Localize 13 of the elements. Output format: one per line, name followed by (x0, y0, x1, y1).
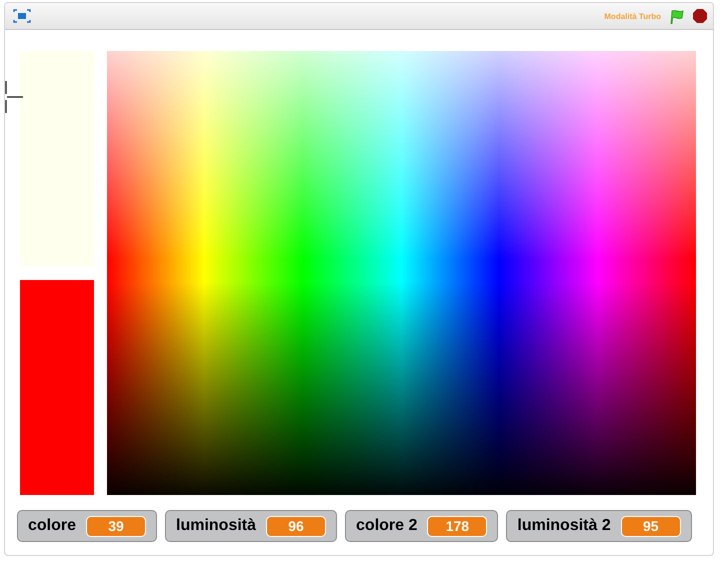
variable-value: 95 (620, 516, 681, 536)
fullscreen-icon[interactable] (13, 9, 31, 23)
variable-name: colore (28, 517, 76, 535)
variable-name: luminosità (176, 517, 256, 535)
variable-name: luminosità 2 (517, 517, 611, 535)
variable-value: 178 (427, 516, 488, 536)
crosshair-cursor-icon (5, 81, 23, 113)
variable-name: colore 2 (356, 517, 418, 535)
variable-value: 39 (86, 516, 146, 536)
turbo-mode-label: Modalità Turbo (604, 12, 661, 20)
stop-icon[interactable] (693, 9, 707, 23)
variable-value: 96 (266, 516, 326, 536)
flag-icon[interactable] (669, 8, 685, 24)
